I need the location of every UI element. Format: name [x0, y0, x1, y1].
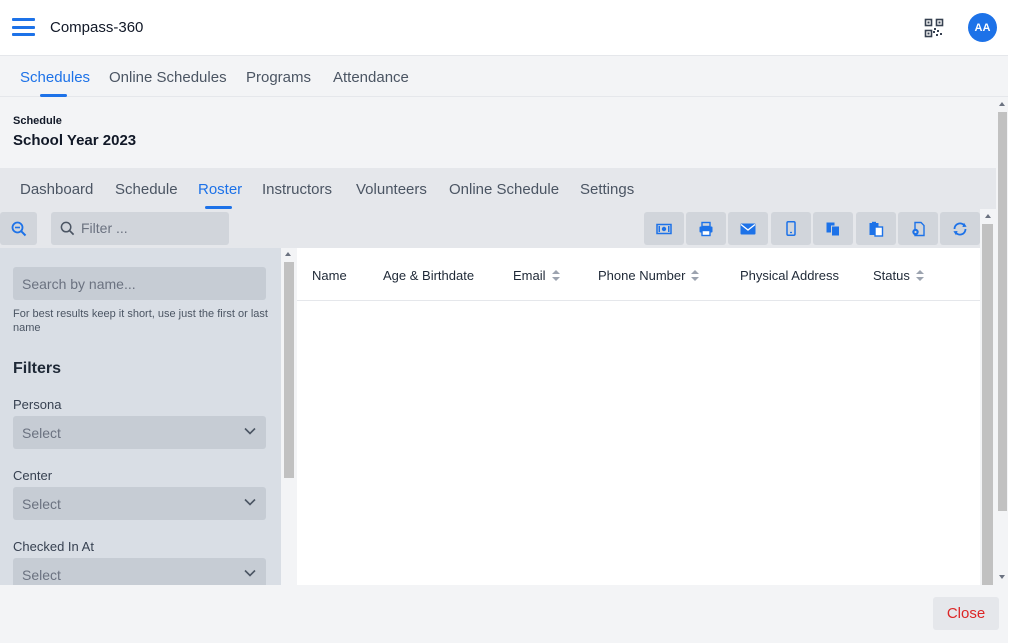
tab-dashboard[interactable]: Dashboard	[20, 181, 93, 198]
search-name-box	[13, 267, 266, 300]
table-scroll-up-icon[interactable]	[985, 214, 991, 218]
persona-label: Persona	[13, 397, 62, 412]
email-icon	[740, 223, 756, 234]
tab-schedule[interactable]: Schedule	[115, 181, 178, 198]
page-scrollbar-thumb[interactable]	[998, 112, 1007, 511]
print-icon	[699, 221, 713, 236]
chevron-down-icon	[244, 498, 256, 506]
money-button[interactable]	[644, 212, 684, 245]
copy-icon	[826, 222, 840, 236]
print-button[interactable]	[686, 212, 726, 245]
window-edge	[1008, 0, 1024, 643]
zoom-out-icon	[11, 221, 26, 236]
filters-heading: Filters	[13, 360, 62, 377]
center-select-value: Select	[22, 496, 61, 512]
tab-online-schedule[interactable]: Online Schedule	[449, 181, 559, 198]
schedule-name: School Year 2023	[13, 132, 137, 149]
refresh-icon	[953, 221, 967, 236]
search-name-input[interactable]	[22, 276, 257, 292]
roster-toolbar	[0, 209, 980, 248]
paste-icon	[869, 221, 884, 237]
app-header: Compass-360 AA	[0, 0, 1008, 56]
column-age-birthdate[interactable]: Age & Birthdate	[383, 268, 474, 283]
chevron-down-icon	[244, 569, 256, 577]
tab-volunteers[interactable]: Volunteers	[356, 181, 427, 198]
checked-in-at-select[interactable]: Select	[13, 558, 266, 585]
email-button[interactable]	[728, 212, 768, 245]
column-status[interactable]: Status	[873, 268, 924, 283]
schedule-label: Schedule	[13, 115, 62, 127]
close-button[interactable]: Close	[933, 597, 999, 630]
sort-icon	[691, 269, 700, 282]
money-icon	[656, 223, 672, 234]
top-tabs: Schedules Online Schedules Programs Atte…	[0, 56, 1008, 97]
file-settings-button[interactable]	[898, 212, 938, 245]
sort-icon	[551, 269, 560, 282]
sort-icon	[915, 269, 924, 282]
chevron-down-icon	[244, 427, 256, 435]
tab-instructors[interactable]: Instructors	[262, 181, 332, 198]
page-scroll-down-icon[interactable]	[999, 575, 1005, 579]
mobile-button[interactable]	[771, 212, 811, 245]
mobile-icon	[786, 221, 796, 236]
persona-select[interactable]: Select	[13, 416, 266, 449]
user-avatar[interactable]: AA	[968, 13, 997, 42]
hamburger-menu-icon[interactable]	[12, 18, 35, 36]
filter-input[interactable]	[81, 220, 221, 236]
filter-box	[51, 212, 229, 245]
refresh-button[interactable]	[940, 212, 980, 245]
search-hint: For best results keep it short, use just…	[13, 308, 268, 334]
app-title: Compass-360	[50, 19, 144, 36]
copy-button[interactable]	[813, 212, 853, 245]
zoom-out-button[interactable]	[0, 212, 37, 245]
file-settings-icon	[912, 221, 925, 236]
persona-select-value: Select	[22, 425, 61, 441]
column-phone-number[interactable]: Phone Number	[598, 268, 700, 283]
tab-online-schedules[interactable]: Online Schedules	[109, 69, 227, 86]
checked-in-at-select-value: Select	[22, 567, 61, 583]
column-physical-address[interactable]: Physical Address	[740, 268, 839, 283]
table-header: Name Age & Birthdate Email Phone Number …	[297, 248, 980, 301]
qr-code-icon[interactable]	[924, 18, 944, 38]
center-select[interactable]: Select	[13, 487, 266, 520]
paste-button[interactable]	[856, 212, 896, 245]
page-scroll-up-icon[interactable]	[999, 102, 1005, 106]
center-label: Center	[13, 468, 53, 483]
filter-panel: For best results keep it short, use just…	[0, 248, 281, 585]
search-icon	[60, 221, 75, 236]
tab-programs[interactable]: Programs	[246, 69, 311, 86]
tab-settings[interactable]: Settings	[580, 181, 634, 198]
tab-roster[interactable]: Roster	[198, 181, 242, 198]
tab-schedules[interactable]: Schedules	[20, 69, 90, 86]
sub-tabs: Dashboard Schedule Roster Instructors Vo…	[0, 168, 996, 209]
table-scrollbar-thumb[interactable]	[982, 224, 993, 585]
roster-table: Name Age & Birthdate Email Phone Number …	[297, 248, 980, 585]
column-name[interactable]: Name	[312, 268, 347, 283]
filter-panel-scrollbar-thumb[interactable]	[284, 262, 294, 478]
checked-in-at-label: Checked In At	[13, 539, 94, 554]
schedule-info: Schedule School Year 2023	[0, 97, 996, 168]
tab-attendance[interactable]: Attendance	[333, 69, 409, 86]
column-email[interactable]: Email	[513, 268, 560, 283]
filter-scroll-up-icon[interactable]	[285, 252, 291, 256]
dialog-footer: Close	[0, 585, 1008, 643]
